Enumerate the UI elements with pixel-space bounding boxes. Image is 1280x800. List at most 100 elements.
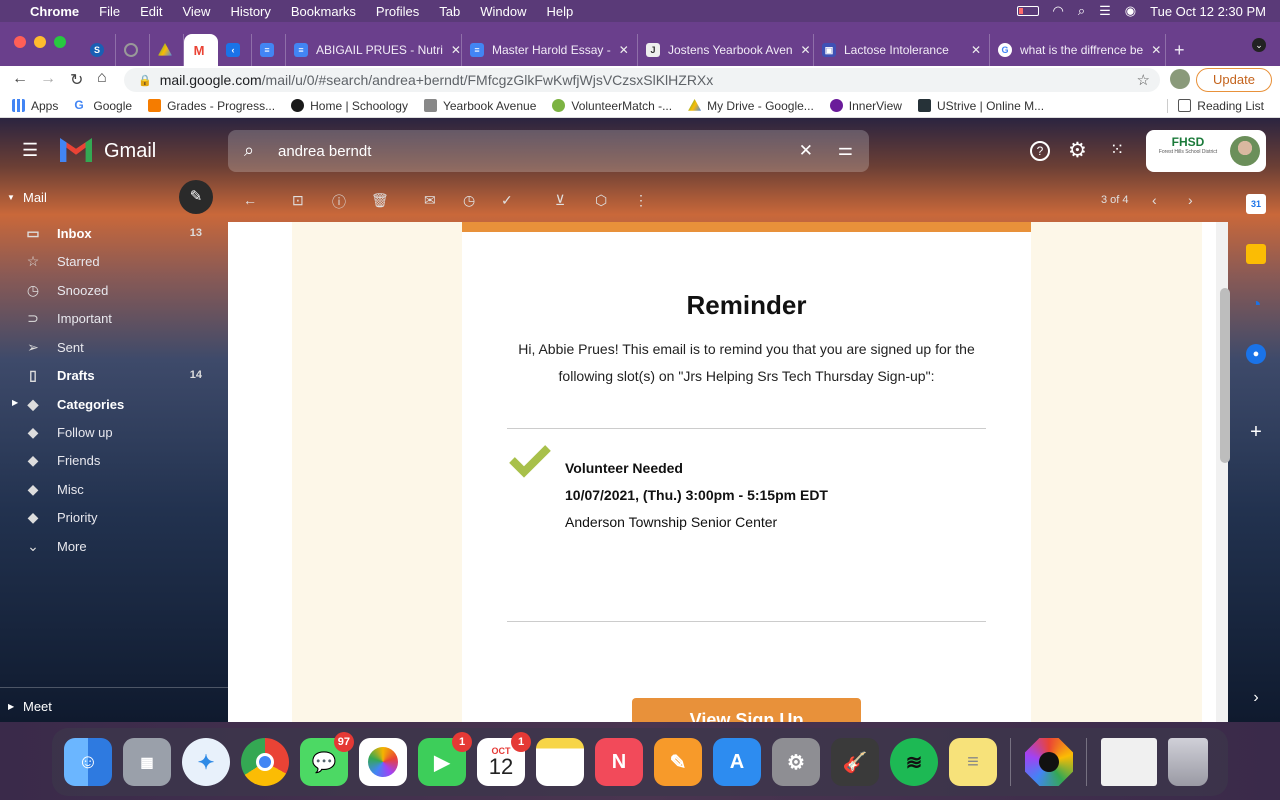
apps-grid-icon[interactable]: ⁙ xyxy=(1110,140,1125,160)
tab-loading[interactable] xyxy=(116,34,150,66)
account-box[interactable]: FHSD Forest Hills School District xyxy=(1146,130,1266,172)
bookmark-my-drive[interactable]: My Drive - Google... xyxy=(688,99,814,113)
mail-section-caret-icon[interactable]: ▼ xyxy=(7,193,15,202)
sidebar-item-misc[interactable]: ◆ Misc xyxy=(0,475,228,503)
sidebar-item-drafts[interactable]: ▯ Drafts 14 xyxy=(0,361,228,389)
minimize-window-button[interactable] xyxy=(34,36,46,48)
sidebar-item-starred[interactable]: ☆ Starred xyxy=(0,247,228,275)
tab-gmail[interactable]: M xyxy=(184,34,218,66)
sidebar-item-follow-up[interactable]: ◆ Follow up xyxy=(0,418,228,446)
bookmark-volunteermatch[interactable]: VolunteerMatch -... xyxy=(552,99,672,113)
meet-expand-icon[interactable]: ▶ xyxy=(8,702,14,711)
launchpad-icon[interactable]: ▦ xyxy=(123,738,171,786)
control-center-icon[interactable]: ☰ xyxy=(1099,3,1111,19)
back-to-search-icon[interactable]: ← xyxy=(243,192,257,208)
view-sign-up-button[interactable]: View Sign Up xyxy=(632,698,861,722)
system-preferences-icon[interactable]: ⚙ xyxy=(772,738,820,786)
older-icon[interactable]: › xyxy=(1188,192,1193,208)
keep-icon[interactable] xyxy=(1246,244,1266,264)
messages-icon[interactable]: 💬 97 xyxy=(300,732,354,786)
tab-master-harold[interactable]: ≡ Master Harold Essay - ✕ xyxy=(462,34,638,66)
search-options-icon[interactable]: ⚌ xyxy=(838,140,853,160)
sidebar-item-friends[interactable]: ◆ Friends xyxy=(0,446,228,474)
bookmark-innerview[interactable]: InnerView xyxy=(829,99,902,113)
bookmark-google[interactable]: G Google xyxy=(74,99,132,113)
mail-section-label[interactable]: Mail xyxy=(23,190,47,205)
bookmark-apps[interactable]: Apps xyxy=(12,99,58,113)
search-bar[interactable]: ⌕ andrea berndt ✕ ⚌ xyxy=(228,130,869,172)
delete-icon[interactable]: 🗑 xyxy=(371,192,389,209)
photos-icon[interactable] xyxy=(359,738,407,786)
sidebar-item-snoozed[interactable]: ◷ Snoozed xyxy=(0,276,228,304)
bookmark-grades[interactable]: Grades - Progress... xyxy=(148,99,275,113)
add-addon-icon[interactable]: + xyxy=(1246,421,1266,443)
compose-button[interactable]: ✎ xyxy=(179,180,213,214)
close-window-button[interactable] xyxy=(14,36,26,48)
sidebar-item-sent[interactable]: ➢ Sent xyxy=(0,333,228,361)
add-task-icon[interactable]: ✓ xyxy=(501,192,513,209)
meet-section-label[interactable]: Meet xyxy=(23,699,52,714)
address-bar[interactable]: 🔒 mail.google.com/mail/u/0/#search/andre… xyxy=(124,68,1160,92)
home-icon[interactable]: ⌂ xyxy=(97,69,107,87)
menu-profiles[interactable]: Profiles xyxy=(376,4,419,19)
newer-icon[interactable]: ‹ xyxy=(1152,192,1157,208)
bookmark-yearbook[interactable]: Yearbook Avenue xyxy=(423,99,536,113)
tab-drive[interactable] xyxy=(150,34,184,66)
mark-unread-icon[interactable]: ✉ xyxy=(424,192,436,209)
snooze-icon[interactable]: ◷ xyxy=(463,192,475,209)
profile-avatar[interactable] xyxy=(1170,69,1190,89)
safari-icon[interactable]: ✦ xyxy=(182,738,230,786)
clear-search-icon[interactable]: ✕ xyxy=(799,141,813,161)
finder-icon[interactable]: ☺ xyxy=(64,738,112,786)
lock-icon[interactable]: 🔒 xyxy=(138,74,152,87)
contacts-icon[interactable]: ● xyxy=(1246,344,1266,364)
tab-search-icon[interactable]: ⌄ xyxy=(1252,38,1266,52)
menu-history[interactable]: History xyxy=(230,4,270,19)
news-icon[interactable]: N xyxy=(595,738,643,786)
calendar-icon[interactable]: 31 xyxy=(1246,194,1266,214)
tab-app[interactable]: ‹ xyxy=(218,34,252,66)
search-icon[interactable]: ⌕ xyxy=(244,140,254,161)
reload-icon[interactable]: ↻ xyxy=(70,70,83,90)
help-icon[interactable]: ? xyxy=(1030,141,1050,161)
search-spotlight-icon[interactable]: ⌕ xyxy=(1078,3,1085,19)
close-tab-icon[interactable]: ✕ xyxy=(619,43,629,57)
menu-tab[interactable]: Tab xyxy=(439,4,460,19)
trash-icon[interactable] xyxy=(1168,738,1208,786)
facetime-icon[interactable]: ▶ 1 xyxy=(418,732,472,786)
menu-bookmarks[interactable]: Bookmarks xyxy=(291,4,356,19)
tab-schoology[interactable]: S xyxy=(82,34,116,66)
close-tab-icon[interactable]: ✕ xyxy=(1151,43,1161,57)
sidebar-item-priority[interactable]: ◆ Priority xyxy=(0,503,228,531)
menu-help[interactable]: Help xyxy=(547,4,574,19)
menu-app-name[interactable]: Chrome xyxy=(30,4,79,19)
tasks-icon[interactable]: ◔ xyxy=(1246,294,1266,314)
close-tab-icon[interactable]: ✕ xyxy=(971,43,981,57)
close-tab-icon[interactable]: ✕ xyxy=(801,43,811,57)
screen-share-icon[interactable] xyxy=(1025,738,1073,786)
siri-icon[interactable]: ◉ xyxy=(1125,3,1136,19)
label-icon[interactable]: ⬡ xyxy=(595,192,607,209)
spotify-icon[interactable]: ≋ xyxy=(890,738,938,786)
wifi-icon[interactable]: ◠ xyxy=(1053,3,1064,19)
scrollbar-thumb[interactable] xyxy=(1220,288,1230,463)
close-tab-icon[interactable]: ✕ xyxy=(451,43,461,57)
menu-view[interactable]: View xyxy=(182,4,210,19)
app-store-icon[interactable]: A xyxy=(713,738,761,786)
menu-clock[interactable]: Tue Oct 12 2:30 PM xyxy=(1150,4,1266,19)
bookmark-schoology[interactable]: Home | Schoology xyxy=(291,99,408,113)
sidebar-item-important[interactable]: ⊃ Important xyxy=(0,304,228,332)
menu-file[interactable]: File xyxy=(99,4,120,19)
settings-gear-icon[interactable]: ⚙ xyxy=(1068,138,1087,163)
more-options-icon[interactable]: ⋮ xyxy=(634,192,648,209)
archive-icon[interactable]: ⊡ xyxy=(292,192,304,209)
tab-abigail-prues[interactable]: ≡ ABIGAIL PRUES - Nutri ✕ xyxy=(286,34,462,66)
stickies-icon[interactable]: ≡ xyxy=(949,738,997,786)
tab-docs[interactable]: ≡ xyxy=(252,34,286,66)
sidebar-item-more[interactable]: ⌄ More xyxy=(0,532,228,560)
tab-google-search[interactable]: Gwhat is the diffrence be ✕ xyxy=(990,34,1166,66)
menu-window[interactable]: Window xyxy=(480,4,526,19)
garageband-icon[interactable]: 🎸 xyxy=(831,738,879,786)
forward-icon[interactable]: → xyxy=(40,70,56,88)
back-icon[interactable]: ← xyxy=(12,70,28,88)
